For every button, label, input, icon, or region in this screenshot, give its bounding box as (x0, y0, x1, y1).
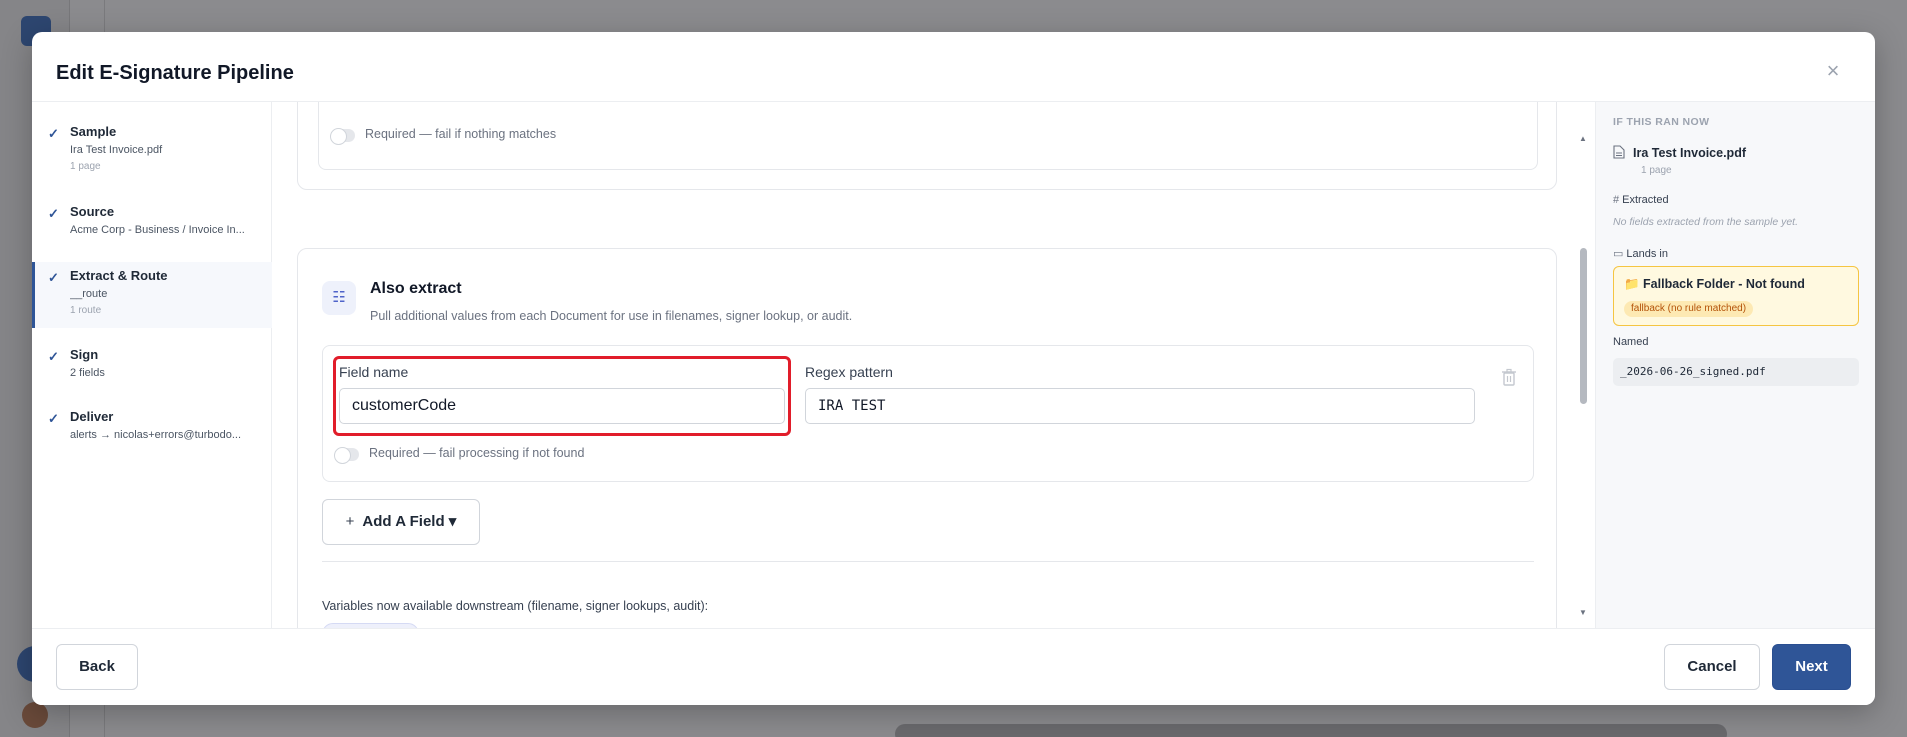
step-extract-route[interactable]: ✓ Extract & Route __route 1 route (32, 262, 272, 328)
lands-in-section: ▭ Lands in (1613, 247, 1668, 260)
steps-sidebar: ✓ Sample Ira Test Invoice.pdf 1 page ✓ S… (32, 102, 272, 628)
extracted-section: # Extracted (1613, 194, 1669, 206)
step-detail: 1 page (70, 161, 101, 172)
step-title: Sign (70, 347, 99, 362)
step-title: Source (70, 204, 115, 219)
step-subtitle: Acme Corp - Business / Invoice In... (70, 224, 245, 236)
also-extract-card: ☷ Also extract Pull additional values fr… (297, 248, 1557, 628)
required-label: Required — fail processing if not found (369, 446, 585, 460)
add-field-label: Add A Field ▾ (362, 513, 457, 530)
check-icon: ✓ (48, 349, 59, 364)
step-deliver[interactable]: ✓ Deliver alerts → nicolas+errors@turbod… (32, 409, 272, 471)
lands-in-label: Lands in (1626, 248, 1668, 260)
divider (322, 561, 1534, 562)
modal-header: Edit E-Signature Pipeline × (32, 32, 1875, 102)
folder-icon: ▭ (1613, 248, 1624, 260)
variables-label: Variables now available downstream (file… (322, 599, 709, 613)
step-title: Extract & Route (70, 268, 168, 283)
extracted-empty-text: No fields extracted from the sample yet. (1613, 216, 1798, 228)
step-subtitle: __route (70, 288, 108, 300)
step-detail: 1 route (70, 305, 102, 316)
modal-title: Edit E-Signature Pipeline (56, 62, 294, 84)
check-icon: ✓ (48, 411, 59, 426)
named-filename: _2026-06-26_signed.pdf (1613, 358, 1859, 386)
route-card: Required — fail if nothing matches (297, 102, 1557, 190)
main-scrollbar[interactable]: ▲ ▼ (1576, 102, 1590, 628)
plus-icon: + (345, 513, 355, 530)
preview-heading: IF THIS RAN NOW (1613, 116, 1710, 128)
modal-footer: Back Cancel Next (32, 628, 1875, 705)
main-content: Required — fail if nothing matches ☷ Als… (273, 102, 1590, 628)
step-source[interactable]: ✓ Source Acme Corp - Business / Invoice … (32, 204, 272, 266)
scroll-thumb[interactable] (1580, 248, 1587, 404)
trash-icon[interactable] (1501, 368, 1517, 386)
preview-doc-name: Ira Test Invoice.pdf (1633, 146, 1746, 160)
scroll-up-icon[interactable]: ▲ (1579, 134, 1587, 143)
route-rule-row: Required — fail if nothing matches (318, 102, 1538, 170)
close-icon[interactable]: × (1823, 60, 1843, 82)
document-icon (1613, 145, 1625, 159)
step-subtitle: Ira Test Invoice.pdf (70, 144, 163, 156)
check-icon: ✓ (48, 126, 59, 141)
section-description: Pull additional values from each Documen… (370, 309, 853, 323)
regex-pattern-input[interactable]: IRA TEST (805, 388, 1475, 424)
regex-pattern-label: Regex pattern (805, 364, 893, 380)
scroll-down-icon[interactable]: ▼ (1579, 608, 1587, 617)
preview-panel: IF THIS RAN NOW Ira Test Invoice.pdf 1 p… (1595, 102, 1875, 628)
checklist-icon: ☷ (322, 281, 356, 315)
check-icon: ✓ (48, 206, 59, 221)
preview-doc-pages: 1 page (1641, 165, 1672, 176)
step-title: Deliver (70, 409, 114, 424)
step-sign[interactable]: ✓ Sign 2 fields (32, 347, 272, 409)
named-label: Named (1613, 336, 1649, 348)
user-avatar (22, 702, 48, 728)
step-title: Sample (70, 124, 117, 139)
hash-icon: # (1613, 194, 1620, 206)
field-name-input[interactable]: customerCode (339, 388, 785, 424)
next-button[interactable]: Next (1772, 644, 1851, 690)
extract-field-row: Field name customerCode Regex pattern IR… (322, 345, 1534, 482)
required-label: Required — fail if nothing matches (365, 127, 557, 141)
add-field-button[interactable]: + Add A Field ▾ (322, 499, 480, 545)
step-sample[interactable]: ✓ Sample Ira Test Invoice.pdf 1 page (32, 124, 272, 186)
background-bar (895, 724, 1727, 737)
cancel-button[interactable]: Cancel (1664, 644, 1760, 690)
check-icon: ✓ (48, 270, 59, 285)
required-toggle[interactable] (330, 128, 355, 145)
step-subtitle: 2 fields (70, 367, 105, 379)
back-button[interactable]: Back (56, 644, 138, 690)
fallback-folder-name: 📁 Fallback Folder - Not found (1624, 277, 1805, 291)
fallback-folder-box: 📁 Fallback Folder - Not found fallback (… (1613, 266, 1859, 326)
required-toggle[interactable] (334, 447, 359, 464)
section-title: Also extract (370, 280, 462, 297)
extracted-label: Extracted (1622, 194, 1669, 206)
fallback-badge: fallback (no rule matched) (1624, 301, 1754, 317)
edit-pipeline-modal: Edit E-Signature Pipeline × ✓ Sample Ira… (32, 32, 1875, 705)
field-name-label: Field name (339, 364, 409, 380)
step-subtitle: alerts → nicolas+errors@turbodo... (70, 429, 242, 441)
